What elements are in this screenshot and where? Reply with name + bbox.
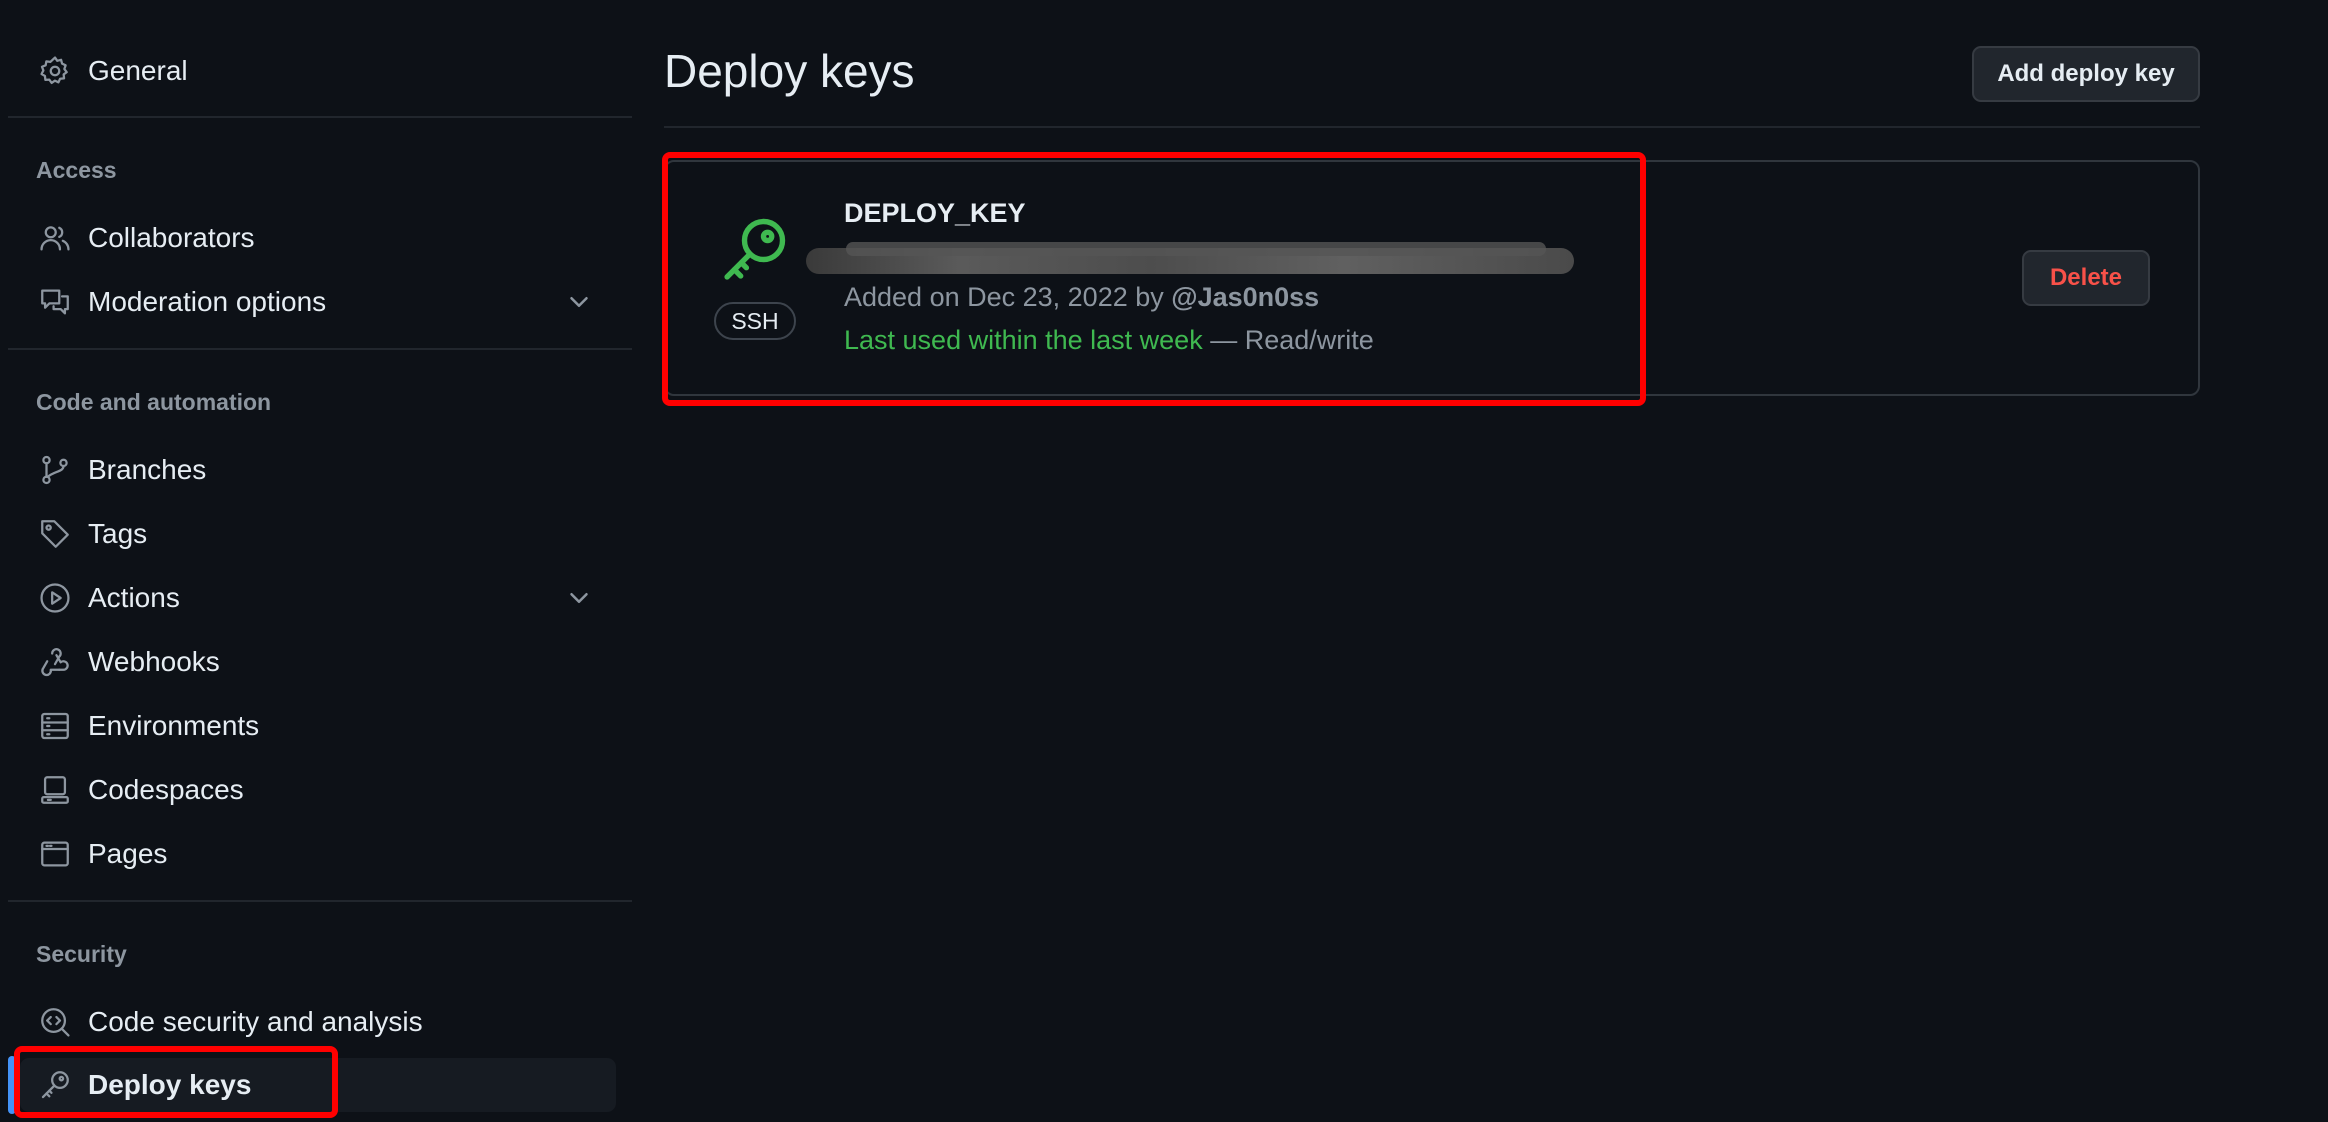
sidebar-item-environments[interactable]: Environments xyxy=(20,699,616,753)
sidebar-item-label: Pages xyxy=(88,838,168,869)
sidebar-item-label: Environments xyxy=(88,710,260,741)
title-divider xyxy=(664,126,2200,128)
key-icon xyxy=(38,1068,72,1102)
sidebar-item-branches[interactable]: Branches xyxy=(20,443,616,497)
sidebar-item-code-security-and-analysis[interactable]: Code security and analysis xyxy=(20,995,616,1049)
sidebar-item-codespaces[interactable]: Codespaces xyxy=(20,763,616,817)
access-level-text: — Read/write xyxy=(1210,325,1374,355)
codescan-icon xyxy=(38,1005,72,1039)
section-heading-code-and-automation: Code and automation xyxy=(36,389,272,415)
webhook-icon xyxy=(38,645,72,679)
tag-icon xyxy=(38,517,72,551)
key-type-badge: SSH xyxy=(714,302,796,340)
sidebar-item-label: General xyxy=(88,55,188,86)
key-added-info: Added on Dec 23, 2022 by @Jas0n0ss xyxy=(844,282,1319,313)
people-icon xyxy=(38,221,72,255)
sidebar-item-pages[interactable]: Pages xyxy=(20,827,616,881)
play-icon xyxy=(38,581,72,615)
sidebar-item-label: Branches xyxy=(88,454,207,485)
sidebar-item-label: Actions xyxy=(88,582,180,613)
browser-icon xyxy=(38,837,72,871)
report-icon xyxy=(38,285,72,319)
gear-icon xyxy=(38,54,72,88)
sidebar-item-collaborators[interactable]: Collaborators xyxy=(20,211,616,265)
sidebar-item-label: Tags xyxy=(88,518,148,549)
sidebar-item-label: Webhooks xyxy=(88,646,220,677)
key-icon xyxy=(716,212,792,288)
section-heading-security: Security xyxy=(36,941,127,967)
redaction-scribble xyxy=(846,242,1546,256)
key-usage-info: Last used within the last week — Read/wr… xyxy=(844,325,1374,356)
sidebar-divider xyxy=(8,116,632,118)
last-used-text: Last used within the last week xyxy=(844,325,1203,355)
add-deploy-key-button[interactable]: Add deploy key xyxy=(1972,46,2200,102)
sidebar-divider xyxy=(8,348,632,350)
page-title: Deploy keys xyxy=(664,45,915,97)
sidebar-item-label: Collaborators xyxy=(88,222,255,253)
sidebar-item-label: Code security and analysis xyxy=(88,1006,423,1037)
settings-page: General Access Collaborators Moderation … xyxy=(0,0,2328,1122)
section-heading-access: Access xyxy=(36,157,117,183)
git-branch-icon xyxy=(38,453,72,487)
deploy-key-name: DEPLOY_KEY xyxy=(844,198,1026,228)
sidebar-item-actions[interactable]: Actions xyxy=(20,571,616,625)
active-indicator xyxy=(8,1056,16,1114)
redacted-fingerprint xyxy=(806,238,1576,280)
added-date-text: Added on Dec 23, 2022 by xyxy=(844,282,1164,312)
sidebar-item-moderation-options[interactable]: Moderation options xyxy=(20,275,616,329)
sidebar-item-deploy-keys[interactable]: Deploy keys xyxy=(20,1058,616,1112)
chevron-down-icon[interactable] xyxy=(564,583,594,613)
sidebar-item-label: Codespaces xyxy=(88,774,244,805)
settings-sidebar: General Access Collaborators Moderation … xyxy=(0,0,640,1122)
sidebar-item-label: Deploy keys xyxy=(88,1069,252,1100)
sidebar-item-webhooks[interactable]: Webhooks xyxy=(20,635,616,689)
sidebar-item-general[interactable]: General xyxy=(20,44,616,98)
server-icon xyxy=(38,709,72,743)
added-by-user-link[interactable]: @Jas0n0ss xyxy=(1171,282,1319,312)
sidebar-item-tags[interactable]: Tags xyxy=(20,507,616,561)
codespaces-icon xyxy=(38,773,72,807)
chevron-down-icon[interactable] xyxy=(564,287,594,317)
sidebar-divider xyxy=(8,900,632,902)
delete-key-button[interactable]: Delete xyxy=(2022,250,2150,306)
sidebar-item-label: Moderation options xyxy=(88,286,327,317)
